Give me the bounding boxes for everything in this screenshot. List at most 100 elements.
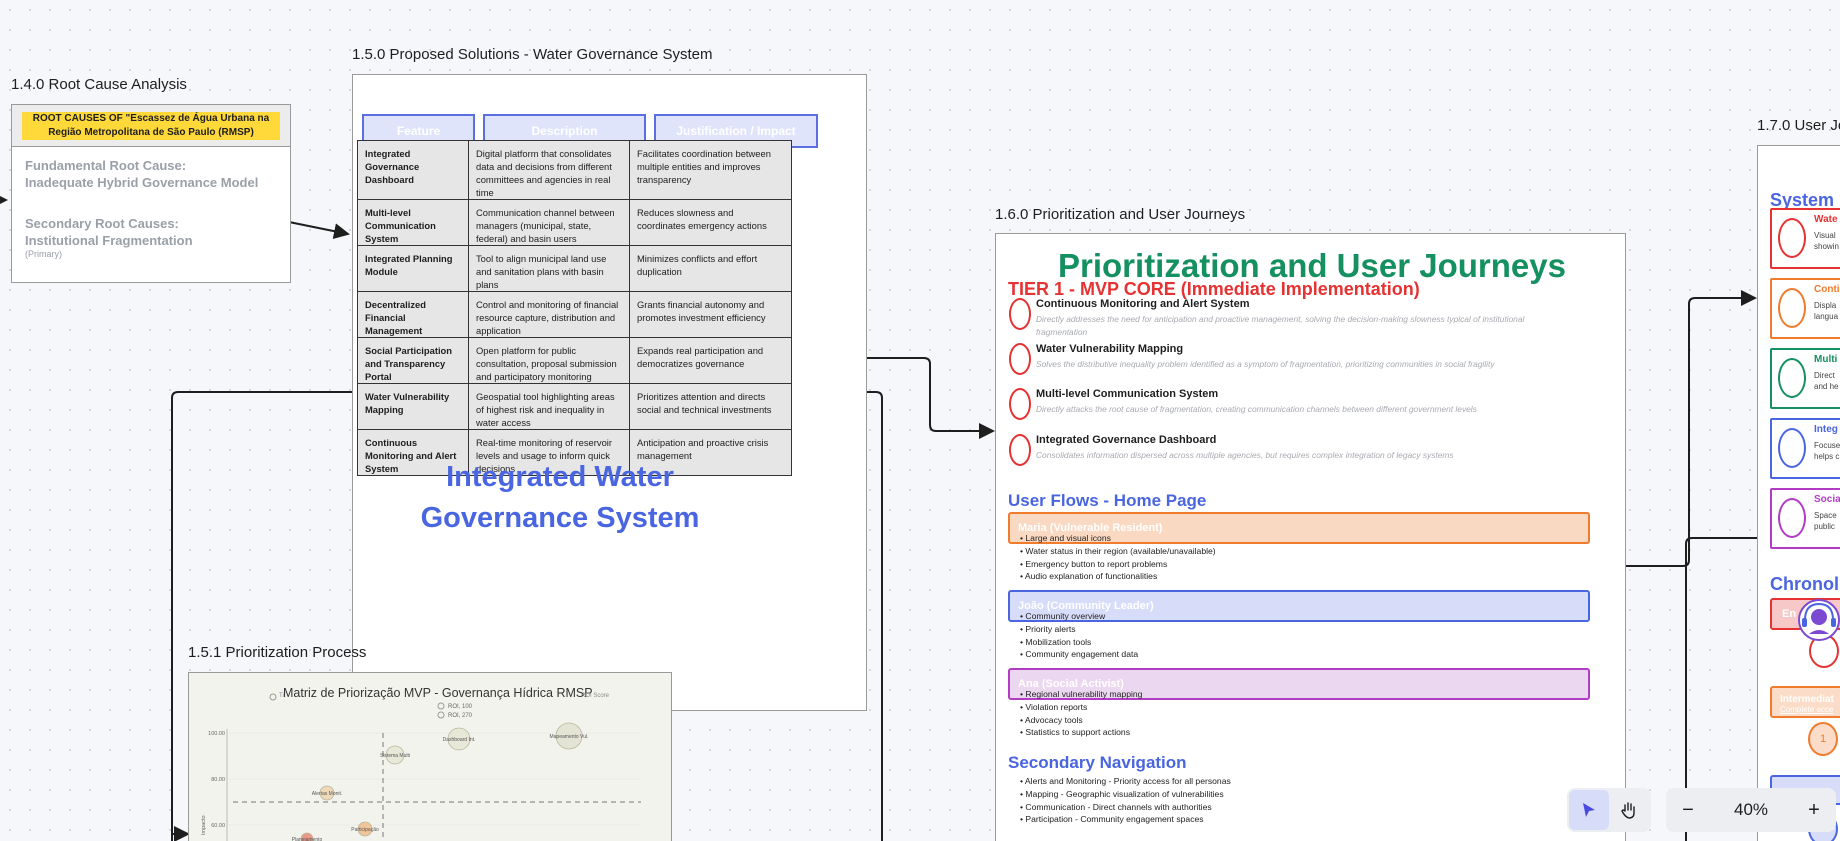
select-tool-button[interactable]: [1569, 790, 1609, 830]
journey-card-desc-1: Space: [1814, 511, 1837, 520]
legend-partial: Ti: [279, 693, 284, 699]
journey-card-number: 4: [1778, 428, 1806, 468]
persona-bullet: • Water status in their region (availabl…: [1020, 545, 1216, 556]
tier-1-heading: TIER 1 - MVP CORE (Immediate Implementat…: [1008, 279, 1420, 299]
tier-item-title: Water Vulnerability Mapping: [1036, 343, 1184, 355]
solution-justification: Expands real participation and democrati…: [629, 337, 792, 384]
secondary-label: Secondary Root Causes:: [25, 216, 179, 231]
tier-item-number: 1: [1009, 298, 1031, 330]
journey-card-desc-1: Visual: [1814, 231, 1836, 240]
pointer-icon: [1583, 803, 1595, 817]
frame-title-prioritization[interactable]: 1.6.0 Prioritization and User Journeys: [995, 206, 1245, 223]
persona-bullet: • Audio explanation of functionalities: [1020, 571, 1158, 582]
journey-card-desc: Displa langua: [1814, 300, 1838, 322]
journey-card-desc-1: Focuse: [1814, 441, 1840, 450]
persona-bullet: • Priority alerts: [1020, 623, 1076, 634]
big-title-line-1: Integrated Water: [446, 461, 674, 493]
solution-row: Integrated Governance Dashboard Digital p…: [357, 140, 792, 200]
root-cause-frame[interactable]: ROOT CAUSES OF "Escassez de Água Urbana …: [11, 104, 291, 283]
fundamental-value: Inadequate Hybrid Governance Model: [25, 175, 259, 190]
journey-card[interactable]: 3 Multi Direct and he: [1770, 348, 1840, 409]
journey-card-desc-1: Displa: [1814, 301, 1837, 310]
y-axis-label: Impacto: [201, 815, 207, 835]
persona-bullet: • Statistics to support actions: [1020, 727, 1131, 738]
tool-selector: [1567, 788, 1651, 832]
secondary-nav-item: • Participation - Community engagement s…: [1020, 814, 1204, 825]
secondary-nav-item: • Alerts and Monitoring - Priority acces…: [1020, 776, 1231, 786]
solution-justification: Facilitates coordination between multipl…: [629, 140, 792, 200]
tier-item-description: Consolidates information dispersed acros…: [1036, 450, 1454, 460]
journey-card[interactable]: 1 Wate Visual showin: [1770, 208, 1840, 269]
persona-bullet: • Community overview: [1020, 611, 1106, 621]
phase-intermediate-label: Intermediat: [1780, 694, 1834, 705]
persona-bullet: • Mobilization tools: [1020, 636, 1092, 647]
journey-card[interactable]: 5 Socia Space public: [1770, 488, 1840, 549]
journey-card-desc-2: public: [1814, 522, 1835, 531]
tier-item-description: Directly addresses the need for anticipa…: [1036, 314, 1525, 337]
matrix-bubble-label: Alertas Monit.: [312, 791, 343, 797]
tier-item-description: Directly attacks the root cause of fragm…: [1036, 404, 1477, 414]
solution-justification: Prioritizes attention and directs social…: [629, 383, 792, 430]
priority-matrix-chart: Matriz de Priorização MVP - Governança H…: [201, 686, 641, 841]
journey-card-desc-2: and he: [1814, 382, 1839, 391]
frame-title-user-journey[interactable]: 1.7.0 User Jo: [1757, 117, 1840, 134]
journey-card-desc-1: Direct: [1814, 371, 1835, 380]
zoom-level[interactable]: 40%: [1708, 800, 1794, 820]
journey-card-desc: Space public: [1814, 510, 1837, 532]
y-tick-2: 80.00: [211, 777, 225, 783]
persona-bullet: • Emergency button to report problems: [1020, 558, 1168, 569]
journey-card[interactable]: 2 Conti Displa langua: [1770, 278, 1840, 339]
solution-justification: Grants financial autonomy and promotes i…: [629, 291, 792, 338]
solution-row: Decentralized Financial Management Contro…: [357, 291, 792, 338]
y-tick-3: 60.00: [211, 823, 225, 829]
legend-item-1: ROI, 100: [448, 704, 473, 710]
frame-title-root-cause[interactable]: 1.4.0 Root Cause Analysis: [11, 76, 187, 93]
journey-card-title: Wate: [1814, 214, 1838, 225]
journey-card-number: 3: [1778, 358, 1806, 398]
zoom-in-button[interactable]: +: [1794, 790, 1834, 830]
solution-feature: Social Participation and Transparency Po…: [357, 337, 469, 384]
tier-item-title: Multi-level Communication System: [1036, 388, 1219, 400]
y-tick-1: 100.00: [208, 731, 225, 737]
frame-title-solutions[interactable]: 1.5.0 Proposed Solutions - Water Governa…: [352, 46, 712, 63]
journey-card-number: 2: [1778, 288, 1806, 328]
solution-description: Geospatial tool highlighting areas of hi…: [468, 383, 630, 430]
journey-card[interactable]: 4 Integ Focuse helps c: [1770, 418, 1840, 479]
legend-dot-2: [437, 711, 445, 719]
tier-item-number: 2: [1009, 343, 1031, 375]
frame-title-process[interactable]: 1.5.1 Prioritization Process: [188, 644, 366, 661]
zoom-out-button[interactable]: −: [1668, 790, 1708, 830]
phase-intermediate: Intermediat Complete acce: [1770, 686, 1840, 718]
journey-card-title: Socia: [1814, 494, 1840, 505]
solution-justification: Reduces slowness and coordinates emergen…: [629, 199, 792, 246]
tier-item-number: 4: [1009, 434, 1031, 466]
solution-row: Water Vulnerability Mapping Geospatial to…: [357, 383, 792, 430]
solutions-table: Integrated Governance Dashboard Digital p…: [357, 140, 792, 476]
solution-description: Control and monitoring of financial reso…: [468, 291, 630, 338]
journey-card-desc: Focuse helps c: [1814, 440, 1840, 462]
journey-card-desc: Visual showin: [1814, 230, 1839, 252]
persona-bullet: • Advocacy tools: [1020, 714, 1083, 725]
matrix-bubble-label: Planejamento: [292, 837, 323, 841]
persona-bullet: • Community engagement data: [1020, 649, 1139, 660]
solution-row: Integrated Planning Module Tool to align …: [357, 245, 792, 292]
persona-bullet: • Regional vulnerability mapping: [1020, 689, 1143, 699]
solution-row: Social Participation and Transparency Po…: [357, 337, 792, 384]
hand-icon: [1621, 802, 1635, 819]
zoom-controls: − 40% +: [1666, 788, 1836, 832]
support-avatar-icon[interactable]: [1797, 598, 1840, 642]
process-frame[interactable]: Matriz de Priorização MVP - Governança H…: [188, 672, 672, 841]
matrix-bubble-label: Sistema Multi: [380, 753, 410, 759]
solution-justification: Minimizes conflicts and effort duplicati…: [629, 245, 792, 292]
journey-card-number: 5: [1778, 498, 1806, 538]
matrix-bubble-label: Mapeamento Vul.: [549, 734, 588, 740]
tier-item-title: Integrated Governance Dashboard: [1036, 434, 1217, 446]
hand-tool-button[interactable]: [1609, 790, 1649, 830]
solution-feature: Integrated Planning Module: [357, 245, 469, 292]
tier-item-number: 3: [1009, 388, 1031, 420]
solution-description: Digital platform that consolidates data …: [468, 140, 630, 200]
matrix-bubble-label: Dashboard Int.: [443, 737, 476, 743]
phase-intermediate-sub: Complete acce: [1780, 705, 1834, 714]
journey-card-desc: Direct and he: [1814, 370, 1838, 392]
journey-card-desc-2: langua: [1814, 312, 1839, 321]
